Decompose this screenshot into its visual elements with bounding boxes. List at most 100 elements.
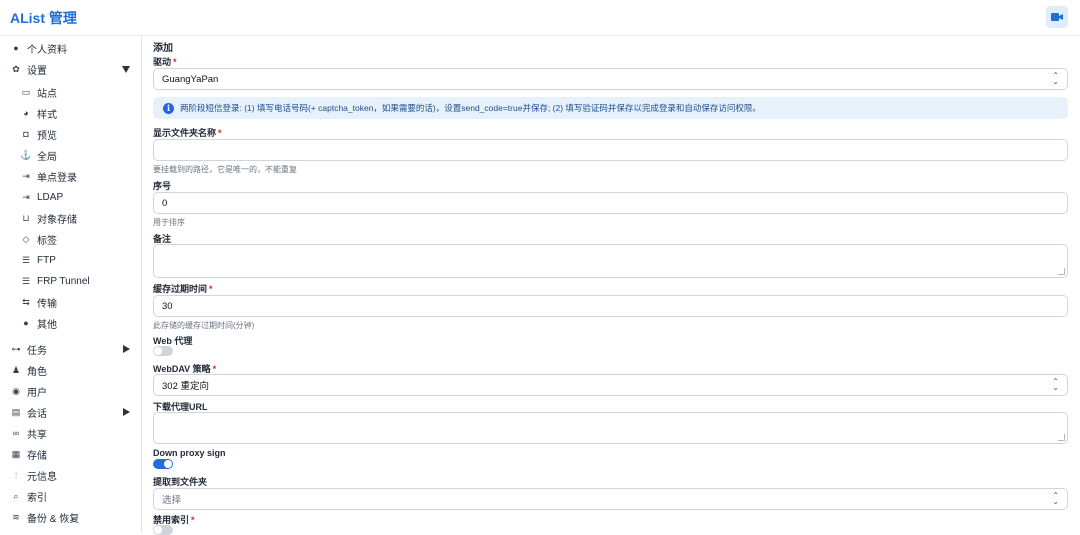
sidebar-item-19[interactable]: ▦ 存储 [0, 444, 142, 464]
sidebar-item-label: 备份 & 恢复 [27, 513, 80, 525]
select-caret-icon: ⌃ ⌄ [1052, 71, 1059, 86]
caret-down-icon[interactable] [122, 66, 130, 73]
sidebar-item-4[interactable]: ◘ 预览 [0, 124, 142, 144]
download-url-textarea[interactable] [153, 412, 1068, 444]
sidebar-item-10[interactable]: ☰ FTP [0, 250, 142, 270]
sidebar-item-5[interactable]: ⚓ 全局 [0, 145, 142, 165]
disable-index-toggle[interactable] [153, 525, 173, 535]
search-icon: ⌕ [13, 490, 19, 501]
sidebar-item-label: 样式 [37, 109, 57, 121]
sidebar-item-17[interactable]: ▤ 会话 [0, 402, 142, 422]
sidebar-item-8[interactable]: ⊔ 对象存储 [0, 208, 142, 228]
tag-icon: ◇ [22, 233, 30, 244]
sidebar-item-7[interactable]: ⇥ LDAP [0, 187, 142, 207]
tasks-icon: ⊶ [11, 343, 21, 354]
caret-right-icon[interactable] [123, 345, 130, 353]
sidebar: ● 个人资料 ✿ 设置 ▭ 站点 ◕ 样式 ◘ 预览 ⚓ 全局 ⇥ 单点登录 ⇥ LDAP ⊔ 对象存储 ◇ 标签 ☰ F… [0, 37, 142, 533]
sidebar-item-15[interactable]: ♟ 角色 [0, 360, 142, 380]
database-icon: ≋ [12, 511, 20, 522]
caret-right-icon[interactable] [123, 408, 130, 416]
gear-icon: ✿ [12, 63, 20, 74]
resize-handle-icon[interactable] [1058, 434, 1065, 441]
order-hint: 用于排序 [153, 218, 185, 227]
sidebar-item-label: FRP Tunnel [37, 275, 90, 287]
link-icon: ∞ [12, 428, 20, 438]
sidebar-item-label: 共享 [27, 429, 47, 441]
sidebar-item-label: 存储 [27, 450, 47, 462]
chat-icon: ▤ [11, 406, 21, 417]
cache-hint: 此存储的缓存过期时间(分钟) [153, 321, 255, 330]
login-icon: ⇥ [22, 170, 30, 181]
driver-value: GuangYaPan [162, 73, 219, 85]
sidebar-item-label: 对象存储 [37, 214, 77, 226]
user-icon: ● [13, 43, 19, 53]
webdav-value: 302 重定向 [162, 381, 209, 392]
info-icon: i [163, 102, 174, 114]
sidebar-item-18[interactable]: ∞ 共享 [0, 423, 142, 443]
video-button[interactable] [1046, 6, 1068, 28]
select-caret-icon: ⌃ ⌄ [1052, 491, 1059, 506]
sidebar-item-label: 角色 [27, 366, 47, 378]
web-proxy-toggle[interactable] [153, 346, 173, 356]
remark-textarea[interactable] [153, 244, 1068, 278]
extract-folder-select[interactable]: 选择 ⌃ ⌄ [153, 488, 1068, 510]
mount-path-label: 显示文件夹名称 * [153, 128, 222, 138]
sidebar-item-12[interactable]: ⇆ 传输 [0, 292, 142, 312]
sidebar-item-label: FTP [37, 254, 56, 266]
sidebar-item-11[interactable]: ☰ FRP Tunnel [0, 271, 142, 291]
role-icon: ♟ [11, 364, 21, 375]
down-proxy-sign-toggle[interactable] [153, 459, 173, 469]
sidebar-item-label: 预览 [37, 130, 57, 142]
camera-icon: ◘ [23, 129, 29, 139]
order-input[interactable]: 0 [153, 192, 1068, 214]
storage-icon: ▦ [11, 448, 21, 459]
resize-handle-icon[interactable] [1058, 268, 1065, 275]
sidebar-item-label: 传输 [37, 298, 57, 310]
top-bar: AList 管理 [0, 0, 1080, 36]
sidebar-item-14[interactable]: ⊶ 任务 [0, 339, 142, 359]
webdav-select[interactable]: 302 重定向 ⌃ ⌄ [153, 374, 1068, 396]
server-icon: ☰ [21, 254, 31, 265]
driver-select[interactable]: GuangYaPan ⌃ ⌄ [153, 68, 1068, 90]
sidebar-item-label: 全局 [37, 151, 57, 163]
palette-icon: ◕ [23, 108, 29, 118]
extract-folder-label: 提取到文件夹 [153, 477, 208, 487]
info-text: 两阶段短信登录: (1) 填写电话号码(+ captcha_token，如果需要… [180, 103, 761, 113]
sidebar-item-16[interactable]: ◉ 用户 [0, 381, 142, 401]
meta-icon: ⫶ [14, 469, 18, 480]
sidebar-item-9[interactable]: ◇ 标签 [0, 229, 142, 249]
sidebar-item-6[interactable]: ⇥ 单点登录 [0, 166, 142, 186]
driver-label: 驱动 * [153, 57, 177, 67]
sidebar-item-label: 个人资料 [27, 44, 67, 56]
sidebar-item-label: 标签 [37, 235, 57, 247]
sidebar-item-label: LDAP [37, 191, 64, 203]
video-icon [1051, 13, 1063, 21]
sidebar-item-label: 站点 [37, 88, 57, 100]
sidebar-item-13[interactable]: ● 其他 [0, 313, 142, 333]
sidebar-item-2[interactable]: ▭ 站点 [0, 82, 142, 102]
sidebar-item-label: 会话 [27, 408, 47, 420]
sidebar-item-label: 用户 [27, 387, 47, 399]
sidebar-item-22[interactable]: ≋ 备份 & 恢复 [0, 507, 142, 527]
mount-path-hint: 要挂载到的路径，它是唯一的，不能重复 [153, 165, 297, 174]
sidebar-item-label: 单点登录 [37, 172, 77, 184]
user-circle-icon: ◉ [12, 385, 20, 396]
sidebar-item-label: 任务 [27, 345, 47, 357]
cache-input[interactable]: 30 [153, 295, 1068, 317]
select-caret-icon: ⌃ ⌄ [1052, 377, 1059, 392]
server-icon: ☰ [21, 275, 31, 286]
mount-path-input[interactable] [153, 139, 1068, 161]
app-title[interactable]: AList 管理 [10, 8, 77, 28]
anchor-icon: ⚓ [20, 149, 32, 160]
bucket-icon: ⊔ [22, 212, 30, 223]
down-proxy-sign-label: Down proxy sign [153, 448, 226, 458]
sidebar-item-0[interactable]: ● 个人资料 [0, 38, 142, 58]
sidebar-item-label: 设置 [27, 65, 47, 77]
sidebar-item-20[interactable]: ⫶ 元信息 [0, 465, 142, 485]
sidebar-item-1[interactable]: ✿ 设置 [0, 59, 142, 79]
order-label: 序号 [153, 181, 172, 191]
sidebar-item-3[interactable]: ◕ 样式 [0, 103, 142, 123]
sidebar-item-label: 元信息 [27, 471, 57, 483]
sidebar-item-21[interactable]: ⌕ 索引 [0, 486, 142, 506]
login-icon: ⇥ [22, 191, 30, 202]
